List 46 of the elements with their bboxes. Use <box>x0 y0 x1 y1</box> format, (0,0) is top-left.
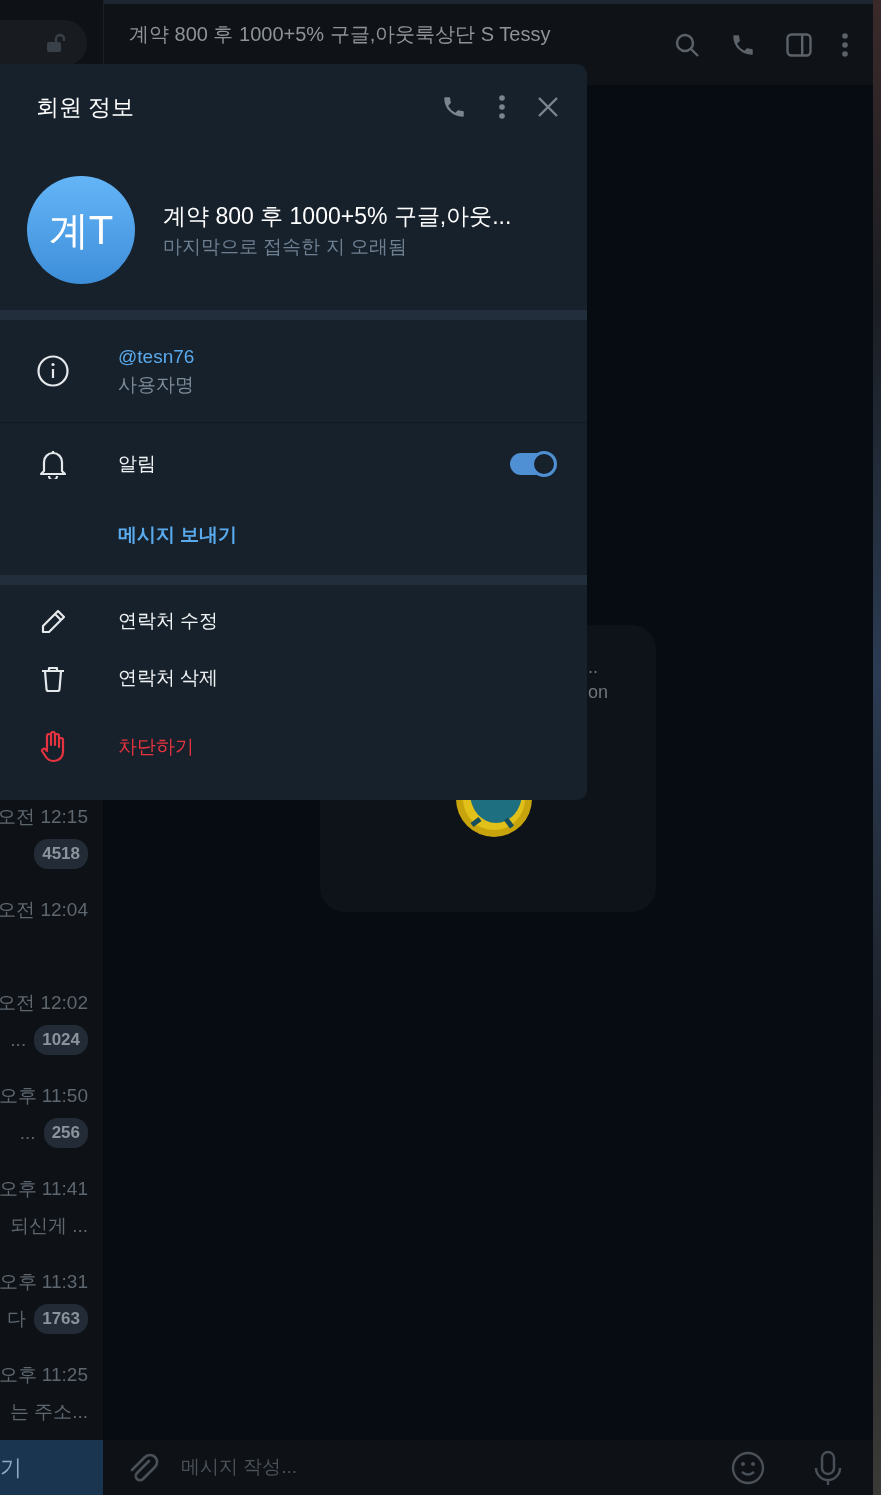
panel-title: 회원 정보 <box>36 92 135 122</box>
chat-time: 오후 11:50 <box>0 1084 88 1109</box>
chat-time: 오후 11:41 <box>0 1177 88 1202</box>
chat-time: 오후 11:25 <box>0 1363 88 1388</box>
unread-count: 1024 <box>34 1025 88 1055</box>
chat-preview: ... <box>19 1120 36 1145</box>
lock-icon <box>45 32 65 53</box>
block-user-item[interactable]: 차단하기 <box>118 732 194 762</box>
trash-icon <box>40 664 66 693</box>
chat-preview: ... <box>10 1027 27 1052</box>
unread-count: 256 <box>43 1118 88 1148</box>
unread-count: 1763 <box>34 1304 88 1334</box>
edit-contact-item[interactable]: 연락처 수정 <box>118 607 219 636</box>
notifications-toggle[interactable] <box>510 453 555 475</box>
message-text: on <box>587 681 608 705</box>
contact-status: 마지막으로 접속한 지 오래됨 <box>163 235 408 259</box>
search-icon[interactable] <box>674 31 700 58</box>
contact-name: 계약 800 후 1000+5% 구글,아웃... <box>163 201 512 231</box>
pencil-icon <box>39 607 67 636</box>
more-icon[interactable] <box>499 95 505 119</box>
phone-icon[interactable] <box>441 94 467 120</box>
send-message-link[interactable]: 메시지 보내기 <box>118 520 238 550</box>
hand-icon <box>40 731 66 763</box>
chat-preview: 되신게 ... <box>9 1213 88 1238</box>
chat-title: 계약 800 후 1000+5% 구글,아웃룩상단 S Tessy <box>129 21 551 47</box>
folder-label[interactable]: 기 <box>0 1451 22 1484</box>
sidebar-toggle-icon[interactable] <box>786 32 812 57</box>
info-icon <box>37 355 69 387</box>
username-label: 사용자명 <box>118 373 195 397</box>
bell-icon <box>39 449 67 479</box>
search-field[interactable] <box>0 19 87 66</box>
composer-bar[interactable]: 메시지 작성... <box>103 1440 873 1495</box>
chat-preview: 다 <box>7 1306 27 1331</box>
avatar: 계T <box>27 176 135 284</box>
message-text: .. <box>587 656 598 679</box>
emoji-icon[interactable] <box>731 1450 765 1485</box>
chat-preview: 는 주소... <box>9 1399 88 1424</box>
notifications-label: 알림 <box>118 451 156 476</box>
more-icon[interactable] <box>842 32 848 57</box>
delete-contact-item[interactable]: 연락처 삭제 <box>118 664 219 693</box>
microphone-icon[interactable] <box>813 1449 843 1486</box>
message-input[interactable]: 메시지 작성... <box>179 1452 711 1483</box>
username-link[interactable]: @tesn76 <box>118 342 195 371</box>
unread-count: 4518 <box>34 839 88 869</box>
close-icon[interactable] <box>537 96 559 118</box>
chat-time: 오후 11:31 <box>0 1270 88 1295</box>
